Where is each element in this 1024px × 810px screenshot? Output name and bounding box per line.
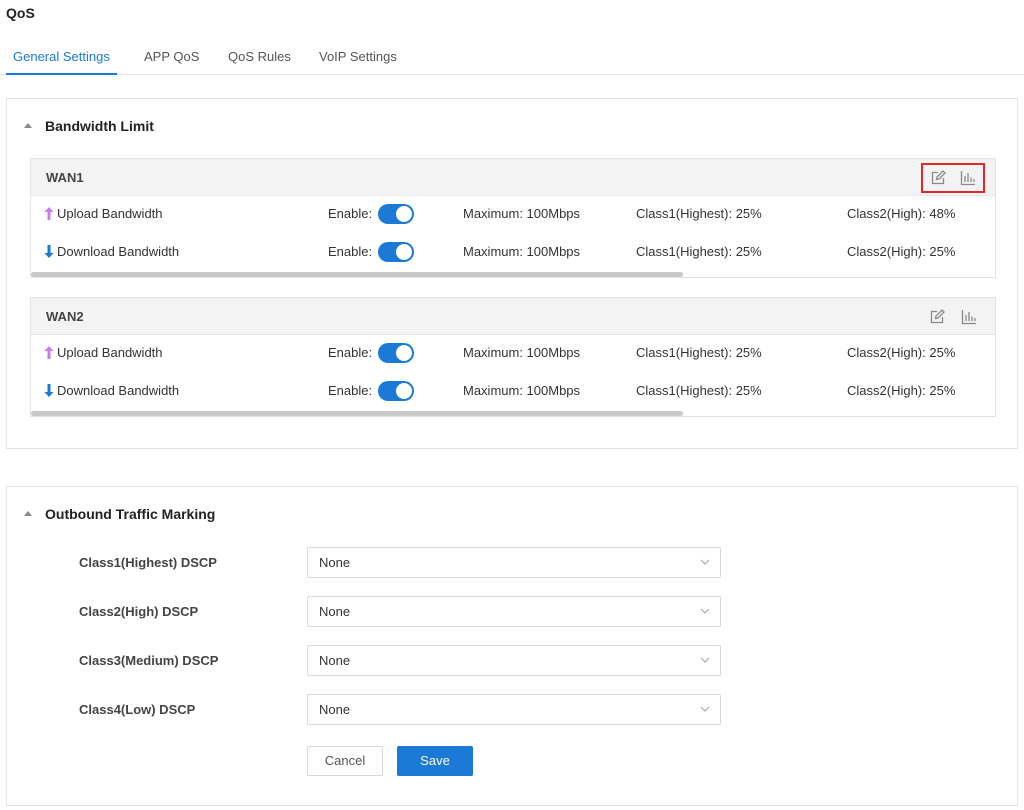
page-title: QoS [6,5,35,21]
wan1-panel: WAN1 Upload Bandwidth Enable: Maximum: 1… [30,158,996,278]
class2-value: Class2(High): 25% [847,383,956,398]
class3-dscp-select[interactable]: None [307,645,721,676]
wan1-header: WAN1 [31,159,995,196]
arrow-down-icon [44,245,54,258]
class1-value: Class1(Highest): 25% [636,206,762,221]
wan2-horizontal-scrollbar[interactable] [31,411,683,416]
class2-value: Class2(High): 25% [847,244,956,259]
class1-dscp-label: Class1(Highest) DSCP [79,555,217,570]
chevron-down-icon [700,706,710,712]
maximum-value: Maximum: 100Mbps [463,383,581,398]
outbound-traffic-marking-card: Outbound Traffic Marking Class1(Highest)… [6,486,1018,806]
arrow-up-icon [44,346,54,359]
enable-label: Enable: [328,383,373,398]
wan2-actions [921,302,985,332]
save-button[interactable]: Save [397,746,473,776]
bandwidth-limit-header[interactable]: Bandwidth Limit [24,118,154,134]
class2-dscp-select[interactable]: None [307,596,721,627]
wan2-upload-enable-toggle[interactable] [378,343,414,363]
bar-chart-icon[interactable] [960,170,976,186]
bandwidth-limit-title: Bandwidth Limit [45,118,154,134]
enable-label: Enable: [328,244,373,259]
class4-dscp-value: None [319,702,351,717]
maximum-value: Maximum: 100Mbps [463,244,581,259]
class1-value: Class1(Highest): 25% [636,383,762,398]
arrow-up-icon [44,207,54,220]
arrow-down-icon [44,384,54,397]
tab-bar: General Settings APP QoS QoS Rules VoIP … [0,40,1024,75]
caret-up-icon [24,122,32,128]
class2-value: Class2(High): 48% [847,206,956,221]
chevron-down-icon [700,608,710,614]
tab-app-qos[interactable]: APP QoS [144,40,199,75]
wan1-download-row: Download Bandwidth Enable: Maximum: 100M… [31,242,997,263]
wan1-upload-row: Upload Bandwidth Enable: Maximum: 100Mbp… [31,204,997,225]
maximum-value: Maximum: 100Mbps [463,345,581,360]
class2-dscp-value: None [319,604,351,619]
maximum-value: Maximum: 100Mbps [463,206,581,221]
wan1-download-enable-toggle[interactable] [378,242,414,262]
wan2-name: WAN2 [46,309,84,324]
wan1-name: WAN1 [46,170,84,185]
edit-icon[interactable] [929,309,945,325]
class1-value: Class1(Highest): 25% [636,244,762,259]
class4-dscp-label: Class4(Low) DSCP [79,702,196,717]
class1-dscp-select[interactable]: None [307,547,721,578]
class3-dscp-label: Class3(Medium) DSCP [79,653,219,668]
class2-dscp-label: Class2(High) DSCP [79,604,199,619]
wan2-download-row: Download Bandwidth Enable: Maximum: 100M… [31,381,997,402]
tab-voip-settings[interactable]: VoIP Settings [319,40,397,75]
upload-bandwidth-label: Upload Bandwidth [44,345,163,360]
wan1-actions [921,163,985,193]
caret-up-icon [24,510,32,516]
enable-label: Enable: [328,345,373,360]
wan2-download-enable-toggle[interactable] [378,381,414,401]
outbound-traffic-marking-header[interactable]: Outbound Traffic Marking [24,506,215,522]
class3-dscp-value: None [319,653,351,668]
class2-value: Class2(High): 25% [847,345,956,360]
wan2-panel: WAN2 Upload Bandwidth Enable: Maximum: 1… [30,297,996,417]
cancel-button[interactable]: Cancel [307,746,383,776]
upload-bandwidth-label: Upload Bandwidth [44,206,163,221]
chevron-down-icon [700,657,710,663]
chevron-down-icon [700,559,710,565]
class1-value: Class1(Highest): 25% [636,345,762,360]
bandwidth-limit-card: Bandwidth Limit WAN1 Upload Bandwidth En… [6,98,1018,449]
edit-icon[interactable] [930,170,946,186]
tab-qos-rules[interactable]: QoS Rules [228,40,291,75]
download-bandwidth-label: Download Bandwidth [44,244,179,259]
wan1-upload-enable-toggle[interactable] [378,204,414,224]
tab-general-settings[interactable]: General Settings [6,40,117,75]
download-bandwidth-label: Download Bandwidth [44,383,179,398]
wan2-upload-row: Upload Bandwidth Enable: Maximum: 100Mbp… [31,343,997,364]
wan1-horizontal-scrollbar[interactable] [31,272,683,277]
outbound-traffic-marking-title: Outbound Traffic Marking [45,506,216,522]
enable-label: Enable: [328,206,373,221]
bar-chart-icon[interactable] [961,309,977,325]
wan2-header: WAN2 [31,298,995,335]
class4-dscp-select[interactable]: None [307,694,721,725]
class1-dscp-value: None [319,555,351,570]
